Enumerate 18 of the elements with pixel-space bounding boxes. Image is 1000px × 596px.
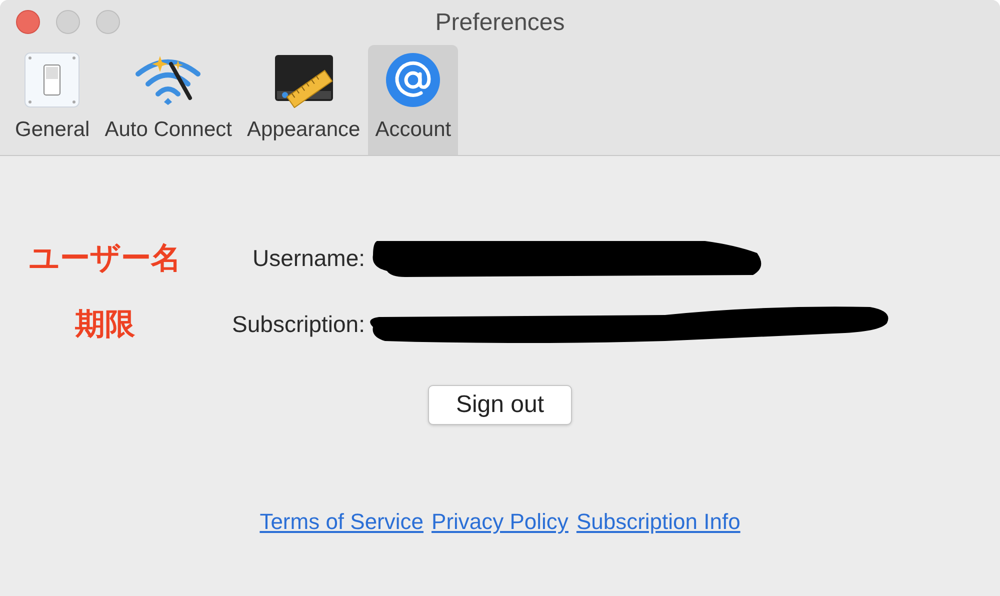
toolbar-tab[interactable]: General — [8, 45, 97, 155]
footer-link[interactable]: Privacy Policy — [432, 505, 568, 538]
field-label: Username: — [252, 244, 365, 274]
close-button[interactable] — [16, 10, 40, 34]
toolbar-tab[interactable]: Account — [368, 45, 458, 155]
footer-link[interactable]: Terms of Service — [260, 505, 424, 538]
footer-link[interactable]: Subscription Info — [576, 505, 740, 538]
annotation-label: ユーザー名 — [28, 241, 182, 277]
minimize-button[interactable] — [56, 10, 80, 34]
annotation-label: 期限 — [74, 306, 136, 342]
zoom-button[interactable] — [96, 10, 120, 34]
at-sign-icon — [385, 52, 442, 108]
sign-out-button[interactable]: Sign out — [428, 385, 572, 425]
toolbar-tab[interactable]: Auto Connect — [98, 45, 239, 155]
toolbar-tab[interactable]: Appearance — [240, 45, 368, 155]
switch-icon — [24, 52, 80, 108]
field-label: Subscription: — [231, 310, 365, 339]
window-title: Preferences — [435, 8, 565, 38]
